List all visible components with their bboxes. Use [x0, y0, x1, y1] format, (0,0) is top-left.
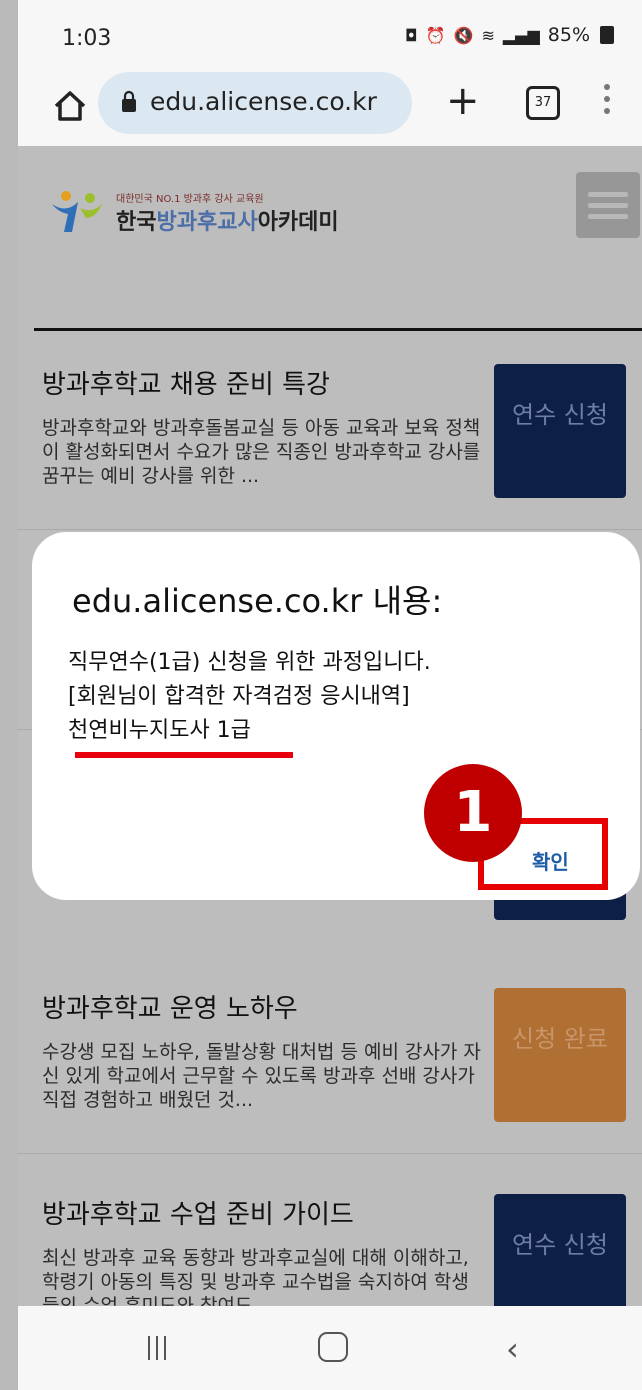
status-bar: 1:03 ◘ ⏰ 🔇 ≋ ▂▄▆ 85% — [18, 0, 642, 72]
url-text[interactable]: edu.alicense.co.kr — [150, 87, 377, 116]
logo-name-part2: 방과후교사 — [156, 210, 258, 235]
course-item: 방과후학교 운영 노하우 수강생 모집 노하우, 돌발상황 대처법 등 예비 강… — [18, 954, 642, 1154]
recent-apps-icon[interactable] — [148, 1336, 174, 1360]
battery-percent: 85% — [547, 24, 590, 46]
course-title[interactable]: 방과후학교 수업 준비 가이드 — [42, 1194, 354, 1231]
dialog-message: 직무연수(1급) 신청을 위한 과정입니다. [회원님이 합격한 자격검정 응시… — [68, 646, 431, 748]
lock-icon[interactable] — [122, 90, 136, 112]
enroll-button[interactable]: 연수 신청 — [494, 364, 626, 498]
course-description: 방과후학교와 방과후돌봄교실 등 아동 교육과 보육 정책이 활성화되면서 수요… — [42, 417, 481, 487]
back-icon[interactable]: ‹ — [506, 1330, 519, 1368]
more-menu-icon[interactable] — [604, 84, 612, 120]
course-item: 방과후학교 채용 준비 특강 방과후학교와 방과후돌봄교실 등 아동 교육과 보… — [18, 330, 642, 530]
status-icons: ◘ ⏰ 🔇 ≋ ▂▄▆ 85% — [405, 24, 614, 46]
course-title[interactable]: 방과후학교 운영 노하우 — [42, 988, 298, 1025]
enrolled-button: 신청 완료 — [494, 988, 626, 1122]
logo-name[interactable]: 한국방과후교사아카데미 — [116, 204, 339, 236]
dialog-certificate-line: 천연비누지도사 1급 — [68, 718, 251, 743]
site-header: 대한민국 NO.1 방과후 강사 교육원 한국방과후교사아카데미 — [18, 146, 642, 270]
dialog-title: edu.alicense.co.kr 내용: — [72, 582, 443, 620]
mute-icon: 🔇 — [453, 25, 474, 45]
wifi-icon: ≋ — [481, 25, 495, 45]
status-time: 1:03 — [62, 26, 112, 51]
alarm-icon: ⏰ — [425, 25, 446, 45]
logo-name-part1: 한국 — [116, 210, 157, 235]
enroll-button[interactable]: 연수 신청 — [494, 1194, 626, 1306]
course-title[interactable]: 방과후학교 채용 준비 특강 — [42, 364, 330, 401]
step-number-badge: 1 — [424, 764, 522, 862]
logo-tagline: 대한민국 NO.1 방과후 강사 교육원 — [116, 194, 264, 205]
battery-icon — [600, 26, 614, 44]
signal-icon: ▂▄▆ — [502, 25, 540, 45]
dialog-line: 직무연수(1급) 신청을 위한 과정입니다. — [68, 650, 431, 675]
course-description: 최신 방과후 교육 동향과 방과후교실에 대해 이해하고, 학령기 아동의 특징… — [42, 1247, 469, 1306]
hamburger-menu-button[interactable] — [576, 172, 640, 238]
tab-switcher-button[interactable]: 37 — [526, 86, 560, 120]
system-nav-bar: ‹ — [18, 1306, 642, 1390]
dialog-line: [회원님이 합격한 자격검정 응시내역] — [68, 684, 410, 709]
home-button-icon[interactable] — [318, 1332, 348, 1362]
academy-logo-icon — [52, 191, 102, 232]
browser-toolbar: edu.alicense.co.kr + 37 — [18, 72, 642, 146]
notification-icon: ◘ — [404, 25, 418, 45]
logo-name-part3: 아카데미 — [257, 210, 339, 235]
new-tab-button[interactable]: + — [446, 76, 480, 126]
home-icon[interactable] — [50, 86, 90, 126]
course-description: 수강생 모집 노하우, 돌발상황 대처법 등 예비 강사가 자신 있게 학교에서… — [42, 1041, 481, 1111]
confirm-button[interactable]: 확인 — [532, 846, 569, 875]
address-bar[interactable]: edu.alicense.co.kr — [98, 72, 412, 134]
course-item: 방과후학교 수업 준비 가이드 최신 방과후 교육 동향과 방과후교실에 대해 … — [18, 1160, 642, 1306]
certificate-underline — [75, 752, 293, 758]
